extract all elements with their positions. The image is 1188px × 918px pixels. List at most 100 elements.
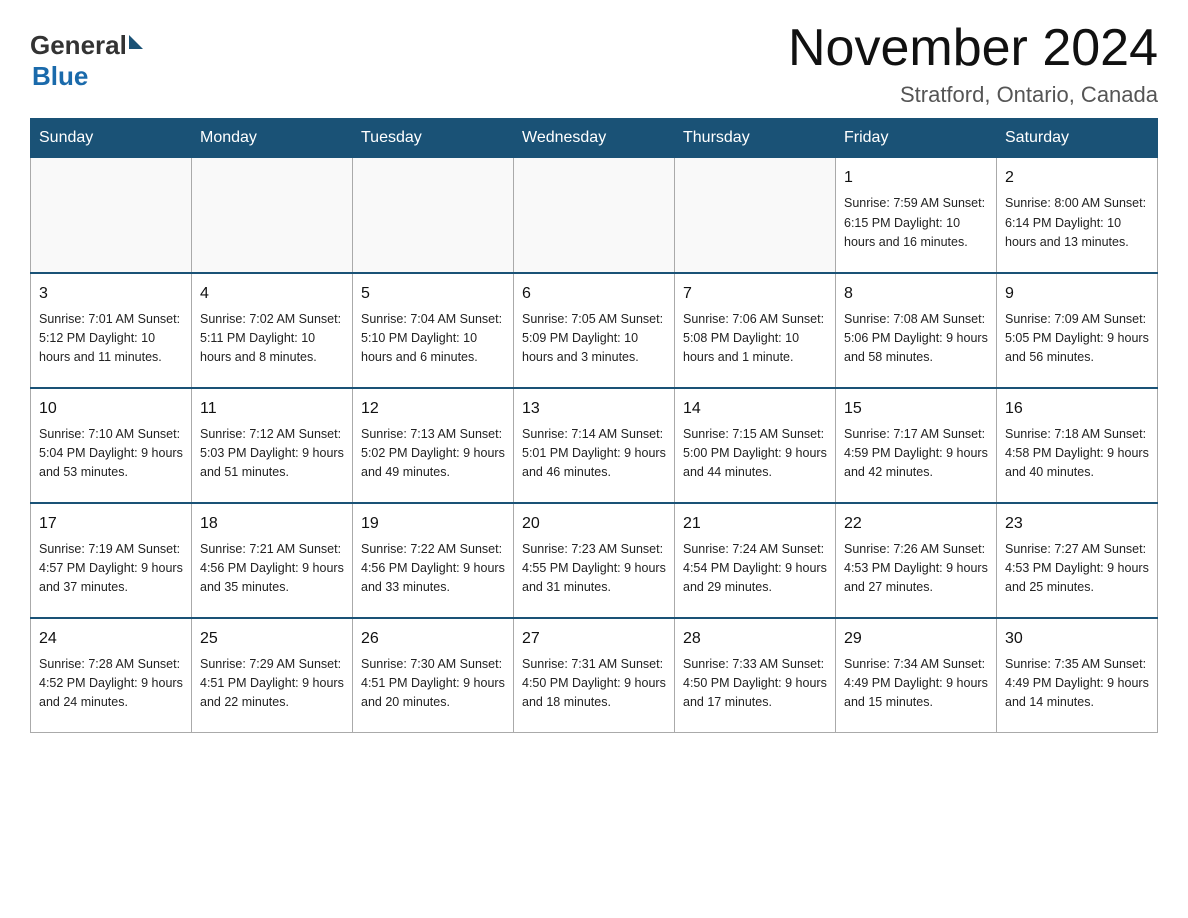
calendar-day-cell: 15 Sunrise: 7:17 AM Sunset: 4:59 PM Dayli… — [836, 388, 997, 503]
weekday-header-tuesday: Tuesday — [353, 119, 514, 158]
calendar-day-cell: 7 Sunrise: 7:06 AM Sunset: 5:08 PM Daylig… — [675, 273, 836, 388]
calendar-day-cell: 18Sunrise: 7:21 AM Sunset: 4:56 PM Dayli… — [192, 503, 353, 618]
day-info: Sunrise: 7:30 AM Sunset: 4:51 PM Dayligh… — [361, 655, 505, 713]
calendar-day-cell: 6 Sunrise: 7:05 AM Sunset: 5:09 PM Daylig… — [514, 273, 675, 388]
calendar-week-row: 3 Sunrise: 7:01 AM Sunset: 5:12 PM Daylig… — [31, 273, 1158, 388]
calendar-week-row: 10Sunrise: 7:10 AM Sunset: 5:04 PM Dayli… — [31, 388, 1158, 503]
day-number: 3 — [39, 282, 183, 306]
weekday-header-row: SundayMondayTuesdayWednesdayThursdayFrid… — [31, 119, 1158, 158]
calendar-day-cell: 13 Sunrise: 7:14 AM Sunset: 5:01 PM Dayli… — [514, 388, 675, 503]
calendar-day-cell: 20 Sunrise: 7:23 AM Sunset: 4:55 PM Dayli… — [514, 503, 675, 618]
calendar-day-cell: 8 Sunrise: 7:08 AM Sunset: 5:06 PM Daylig… — [836, 273, 997, 388]
day-number: 12 — [361, 397, 505, 421]
day-info: Sunrise: 7:09 AM Sunset: 5:05 PM Dayligh… — [1005, 310, 1149, 368]
day-number: 23 — [1005, 512, 1149, 536]
day-number: 30 — [1005, 627, 1149, 651]
day-info: Sunrise: 7:05 AM Sunset: 5:09 PM Dayligh… — [522, 310, 666, 368]
day-number: 29 — [844, 627, 988, 651]
day-info: Sunrise: 7:04 AM Sunset: 5:10 PM Dayligh… — [361, 310, 505, 368]
calendar-day-cell: 25 Sunrise: 7:29 AM Sunset: 4:51 PM Dayli… — [192, 618, 353, 733]
day-number: 27 — [522, 627, 666, 651]
day-number: 5 — [361, 282, 505, 306]
calendar-day-cell: 16 Sunrise: 7:18 AM Sunset: 4:58 PM Dayli… — [997, 388, 1158, 503]
day-info: Sunrise: 7:35 AM Sunset: 4:49 PM Dayligh… — [1005, 655, 1149, 713]
day-info: Sunrise: 7:06 AM Sunset: 5:08 PM Dayligh… — [683, 310, 827, 368]
day-number: 7 — [683, 282, 827, 306]
day-number: 2 — [1005, 166, 1149, 190]
logo-blue-text: Blue — [32, 61, 88, 92]
calendar-day-cell: 26 Sunrise: 7:30 AM Sunset: 4:51 PM Dayli… — [353, 618, 514, 733]
calendar-day-cell: 21 Sunrise: 7:24 AM Sunset: 4:54 PM Dayli… — [675, 503, 836, 618]
calendar-day-cell: 2Sunrise: 8:00 AM Sunset: 6:14 PM Daylig… — [997, 158, 1158, 273]
weekday-header-wednesday: Wednesday — [514, 119, 675, 158]
day-info: Sunrise: 7:01 AM Sunset: 5:12 PM Dayligh… — [39, 310, 183, 368]
day-number: 8 — [844, 282, 988, 306]
day-info: Sunrise: 7:59 AM Sunset: 6:15 PM Dayligh… — [844, 194, 988, 252]
calendar-table: SundayMondayTuesdayWednesdayThursdayFrid… — [30, 118, 1158, 733]
day-number: 16 — [1005, 397, 1149, 421]
calendar-day-cell: 30 Sunrise: 7:35 AM Sunset: 4:49 PM Dayli… — [997, 618, 1158, 733]
day-number: 20 — [522, 512, 666, 536]
day-info: Sunrise: 7:12 AM Sunset: 5:03 PM Dayligh… — [200, 425, 344, 483]
calendar-day-cell: 9Sunrise: 7:09 AM Sunset: 5:05 PM Daylig… — [997, 273, 1158, 388]
day-number: 6 — [522, 282, 666, 306]
weekday-header-friday: Friday — [836, 119, 997, 158]
day-number: 26 — [361, 627, 505, 651]
day-number: 19 — [361, 512, 505, 536]
calendar-day-cell: 19 Sunrise: 7:22 AM Sunset: 4:56 PM Dayli… — [353, 503, 514, 618]
calendar-day-cell — [353, 158, 514, 273]
day-number: 21 — [683, 512, 827, 536]
calendar-day-cell: 1 Sunrise: 7:59 AM Sunset: 6:15 PM Daylig… — [836, 158, 997, 273]
title-section: November 2024 Stratford, Ontario, Canada — [788, 20, 1158, 108]
day-info: Sunrise: 7:21 AM Sunset: 4:56 PM Dayligh… — [200, 540, 344, 598]
calendar-day-cell: 23Sunrise: 7:27 AM Sunset: 4:53 PM Dayli… — [997, 503, 1158, 618]
day-number: 25 — [200, 627, 344, 651]
day-info: Sunrise: 7:10 AM Sunset: 5:04 PM Dayligh… — [39, 425, 183, 483]
day-info: Sunrise: 7:13 AM Sunset: 5:02 PM Dayligh… — [361, 425, 505, 483]
page-header: General Blue November 2024 Stratford, On… — [30, 20, 1158, 108]
day-number: 17 — [39, 512, 183, 536]
day-info: Sunrise: 7:15 AM Sunset: 5:00 PM Dayligh… — [683, 425, 827, 483]
weekday-header-saturday: Saturday — [997, 119, 1158, 158]
day-info: Sunrise: 7:19 AM Sunset: 4:57 PM Dayligh… — [39, 540, 183, 598]
weekday-header-thursday: Thursday — [675, 119, 836, 158]
calendar-day-cell: 24Sunrise: 7:28 AM Sunset: 4:52 PM Dayli… — [31, 618, 192, 733]
day-info: Sunrise: 7:29 AM Sunset: 4:51 PM Dayligh… — [200, 655, 344, 713]
day-info: Sunrise: 7:18 AM Sunset: 4:58 PM Dayligh… — [1005, 425, 1149, 483]
day-number: 11 — [200, 397, 344, 421]
calendar-day-cell: 3 Sunrise: 7:01 AM Sunset: 5:12 PM Daylig… — [31, 273, 192, 388]
calendar-day-cell: 17 Sunrise: 7:19 AM Sunset: 4:57 PM Dayli… — [31, 503, 192, 618]
day-info: Sunrise: 7:31 AM Sunset: 4:50 PM Dayligh… — [522, 655, 666, 713]
day-number: 1 — [844, 166, 988, 190]
day-info: Sunrise: 7:08 AM Sunset: 5:06 PM Dayligh… — [844, 310, 988, 368]
day-number: 15 — [844, 397, 988, 421]
day-number: 14 — [683, 397, 827, 421]
day-info: Sunrise: 7:26 AM Sunset: 4:53 PM Dayligh… — [844, 540, 988, 598]
day-info: Sunrise: 7:24 AM Sunset: 4:54 PM Dayligh… — [683, 540, 827, 598]
day-number: 13 — [522, 397, 666, 421]
day-number: 28 — [683, 627, 827, 651]
day-info: Sunrise: 7:28 AM Sunset: 4:52 PM Dayligh… — [39, 655, 183, 713]
calendar-day-cell — [31, 158, 192, 273]
day-info: Sunrise: 7:17 AM Sunset: 4:59 PM Dayligh… — [844, 425, 988, 483]
calendar-day-cell — [514, 158, 675, 273]
calendar-week-row: 1 Sunrise: 7:59 AM Sunset: 6:15 PM Daylig… — [31, 158, 1158, 273]
day-info: Sunrise: 7:22 AM Sunset: 4:56 PM Dayligh… — [361, 540, 505, 598]
day-info: Sunrise: 7:02 AM Sunset: 5:11 PM Dayligh… — [200, 310, 344, 368]
calendar-day-cell: 29Sunrise: 7:34 AM Sunset: 4:49 PM Dayli… — [836, 618, 997, 733]
calendar-week-row: 24Sunrise: 7:28 AM Sunset: 4:52 PM Dayli… — [31, 618, 1158, 733]
logo-arrow-icon — [129, 35, 143, 49]
calendar-day-cell: 11 Sunrise: 7:12 AM Sunset: 5:03 PM Dayli… — [192, 388, 353, 503]
day-info: Sunrise: 7:14 AM Sunset: 5:01 PM Dayligh… — [522, 425, 666, 483]
calendar-day-cell: 14 Sunrise: 7:15 AM Sunset: 5:00 PM Dayli… — [675, 388, 836, 503]
day-number: 4 — [200, 282, 344, 306]
location-subtitle: Stratford, Ontario, Canada — [788, 82, 1158, 108]
day-info: Sunrise: 7:33 AM Sunset: 4:50 PM Dayligh… — [683, 655, 827, 713]
day-info: Sunrise: 7:23 AM Sunset: 4:55 PM Dayligh… — [522, 540, 666, 598]
calendar-day-cell — [192, 158, 353, 273]
calendar-day-cell: 10Sunrise: 7:10 AM Sunset: 5:04 PM Dayli… — [31, 388, 192, 503]
weekday-header-monday: Monday — [192, 119, 353, 158]
weekday-header-sunday: Sunday — [31, 119, 192, 158]
calendar-day-cell: 27 Sunrise: 7:31 AM Sunset: 4:50 PM Dayli… — [514, 618, 675, 733]
calendar-day-cell: 22Sunrise: 7:26 AM Sunset: 4:53 PM Dayli… — [836, 503, 997, 618]
